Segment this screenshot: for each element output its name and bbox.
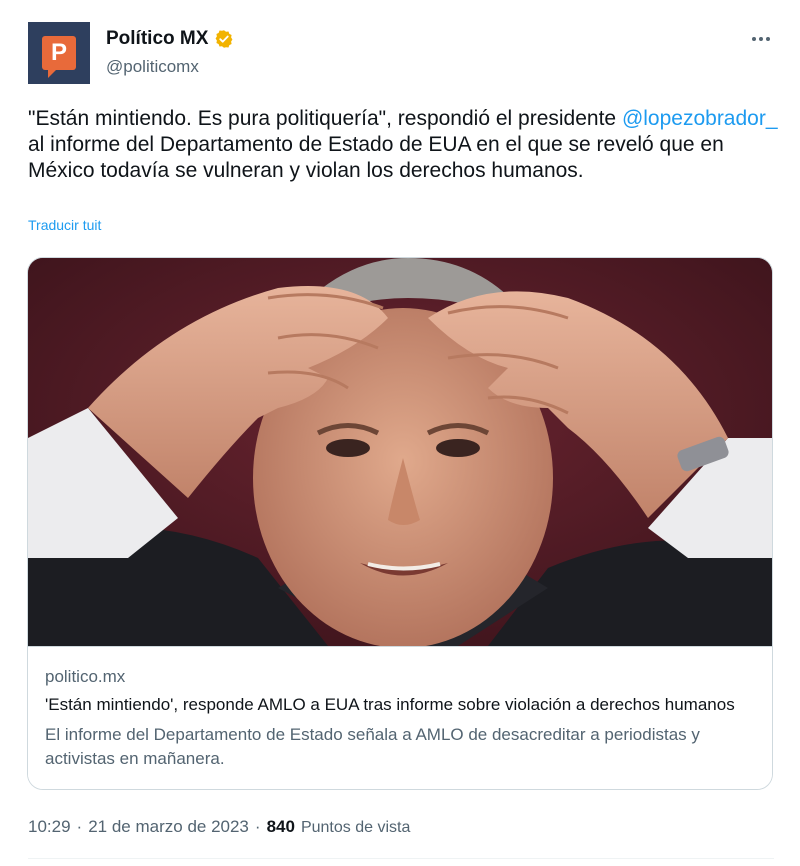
author-name-row[interactable]: Político MX xyxy=(106,28,234,50)
tweet-date[interactable]: 21 de marzo de 2023 xyxy=(88,817,249,837)
politico-logo-icon: P xyxy=(42,36,76,78)
meta-separator: · xyxy=(76,817,83,836)
card-domain: politico.mx xyxy=(45,667,126,686)
card-photo xyxy=(28,258,772,646)
card-description: El informe del Departamento de Estado se… xyxy=(45,725,700,768)
more-dot-icon xyxy=(759,37,763,41)
divider xyxy=(28,858,774,859)
tweet-text-end: al informe del Departamento de Estado de… xyxy=(28,133,724,182)
meta-separator: · xyxy=(254,817,261,836)
tweet-meta: 10:29 · 21 de marzo de 2023 · 840 Puntos… xyxy=(28,817,410,837)
card-image[interactable] xyxy=(28,258,772,646)
views-label: Puntos de vista xyxy=(300,819,411,836)
link-card[interactable]: politico.mx 'Están mintiendo', responde … xyxy=(27,257,773,790)
mention-link[interactable]: @lopezobrador_ xyxy=(622,107,778,130)
more-dot-icon xyxy=(752,37,756,41)
translate-tweet-link[interactable]: Traducir tuit xyxy=(28,217,101,233)
author-name[interactable]: Político MX xyxy=(106,28,208,50)
verified-badge-icon xyxy=(215,30,233,48)
tweet-text-start: "Están mintiendo. Es pura politiquería",… xyxy=(28,107,622,130)
more-options-button[interactable] xyxy=(748,26,774,52)
author-handle[interactable]: @politicomx xyxy=(106,57,199,77)
card-title: 'Están mintiendo', responde AMLO a EUA t… xyxy=(45,695,735,714)
tweet: P Político MX @politicomx "Están mintien… xyxy=(0,0,800,866)
card-info[interactable]: politico.mx 'Están mintiendo', responde … xyxy=(28,646,772,789)
avatar[interactable]: P xyxy=(28,22,90,84)
more-dot-icon xyxy=(766,37,770,41)
views-count: 840 xyxy=(266,817,295,836)
tweet-time[interactable]: 10:29 xyxy=(28,817,71,837)
tweet-text: "Están mintiendo. Es pura politiquería",… xyxy=(28,106,778,184)
